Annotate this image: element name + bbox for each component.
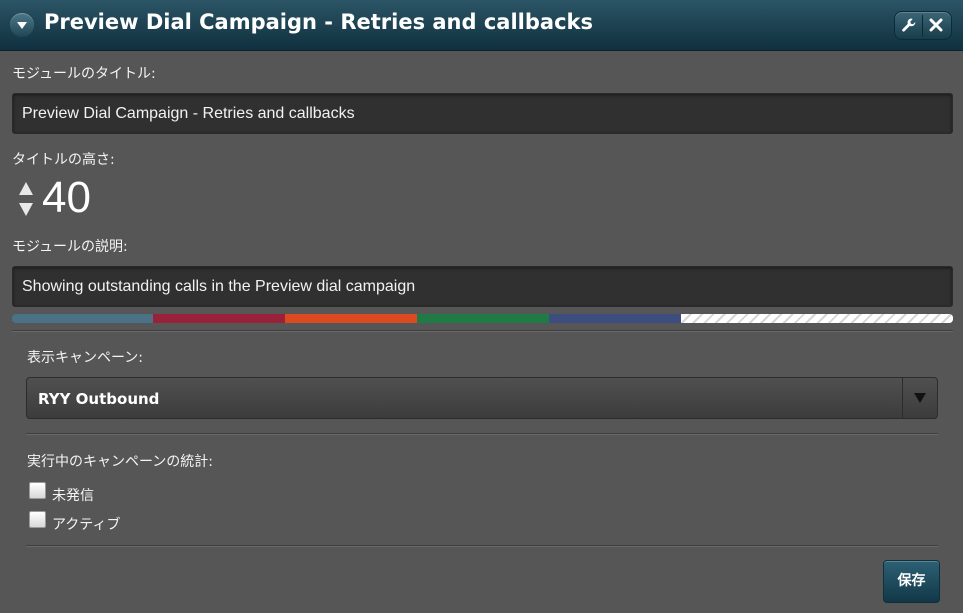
wrench-icon[interactable] <box>901 17 917 33</box>
module-description-label: モジュールの説明: <box>12 239 128 255</box>
stats-option-label: 未発信 <box>52 488 94 504</box>
divider <box>26 545 938 547</box>
title-actions <box>894 11 952 40</box>
chevron-down-icon <box>17 22 27 29</box>
stats-checkbox-active[interactable] <box>29 511 46 528</box>
title-height-label: タイトルの高さ: <box>12 152 115 168</box>
close-icon[interactable] <box>929 18 943 32</box>
dropdown-toggle[interactable] <box>902 378 937 418</box>
color-swatch[interactable] <box>549 314 681 323</box>
divider <box>12 330 953 332</box>
module-title-value: Preview Dial Campaign - Retries and call… <box>22 105 355 122</box>
decrement-arrow-icon <box>19 203 33 216</box>
campaign-select[interactable]: RYY Outbound <box>26 377 938 419</box>
stats-option-label: アクティブ <box>52 517 121 533</box>
module-title: Preview Dial Campaign - Retries and call… <box>44 10 593 34</box>
collapse-button[interactable] <box>10 13 34 37</box>
module-title-bar: Preview Dial Campaign - Retries and call… <box>0 0 963 51</box>
color-swatch[interactable] <box>417 314 549 323</box>
title-height-value[interactable]: 40 <box>42 173 91 223</box>
color-swatch[interactable] <box>12 314 153 323</box>
title-height-stepper[interactable] <box>17 180 35 220</box>
caret-down-icon <box>914 393 926 403</box>
module-title-label: モジュールのタイトル: <box>12 66 156 82</box>
campaign-label: 表示キャンペーン: <box>27 350 144 366</box>
module-description-field[interactable]: Showing outstanding calls in the Preview… <box>12 266 953 307</box>
stats-label: 実行中のキャンペーンの統計: <box>27 454 214 470</box>
stats-checkbox-not-dialed[interactable] <box>29 482 46 499</box>
module-title-field[interactable]: Preview Dial Campaign - Retries and call… <box>12 93 953 134</box>
save-button[interactable]: 保存 <box>883 560 940 603</box>
divider <box>26 433 938 435</box>
module-description-value: Showing outstanding calls in the Preview… <box>22 278 416 295</box>
color-swatch[interactable] <box>153 314 285 323</box>
increment-arrow-icon <box>19 182 33 195</box>
campaign-selected-value: RYY Outbound <box>38 390 160 408</box>
divider <box>922 15 923 36</box>
color-swatch[interactable] <box>681 314 953 323</box>
color-swatch[interactable] <box>285 314 417 323</box>
color-swatch-strip <box>12 314 953 323</box>
